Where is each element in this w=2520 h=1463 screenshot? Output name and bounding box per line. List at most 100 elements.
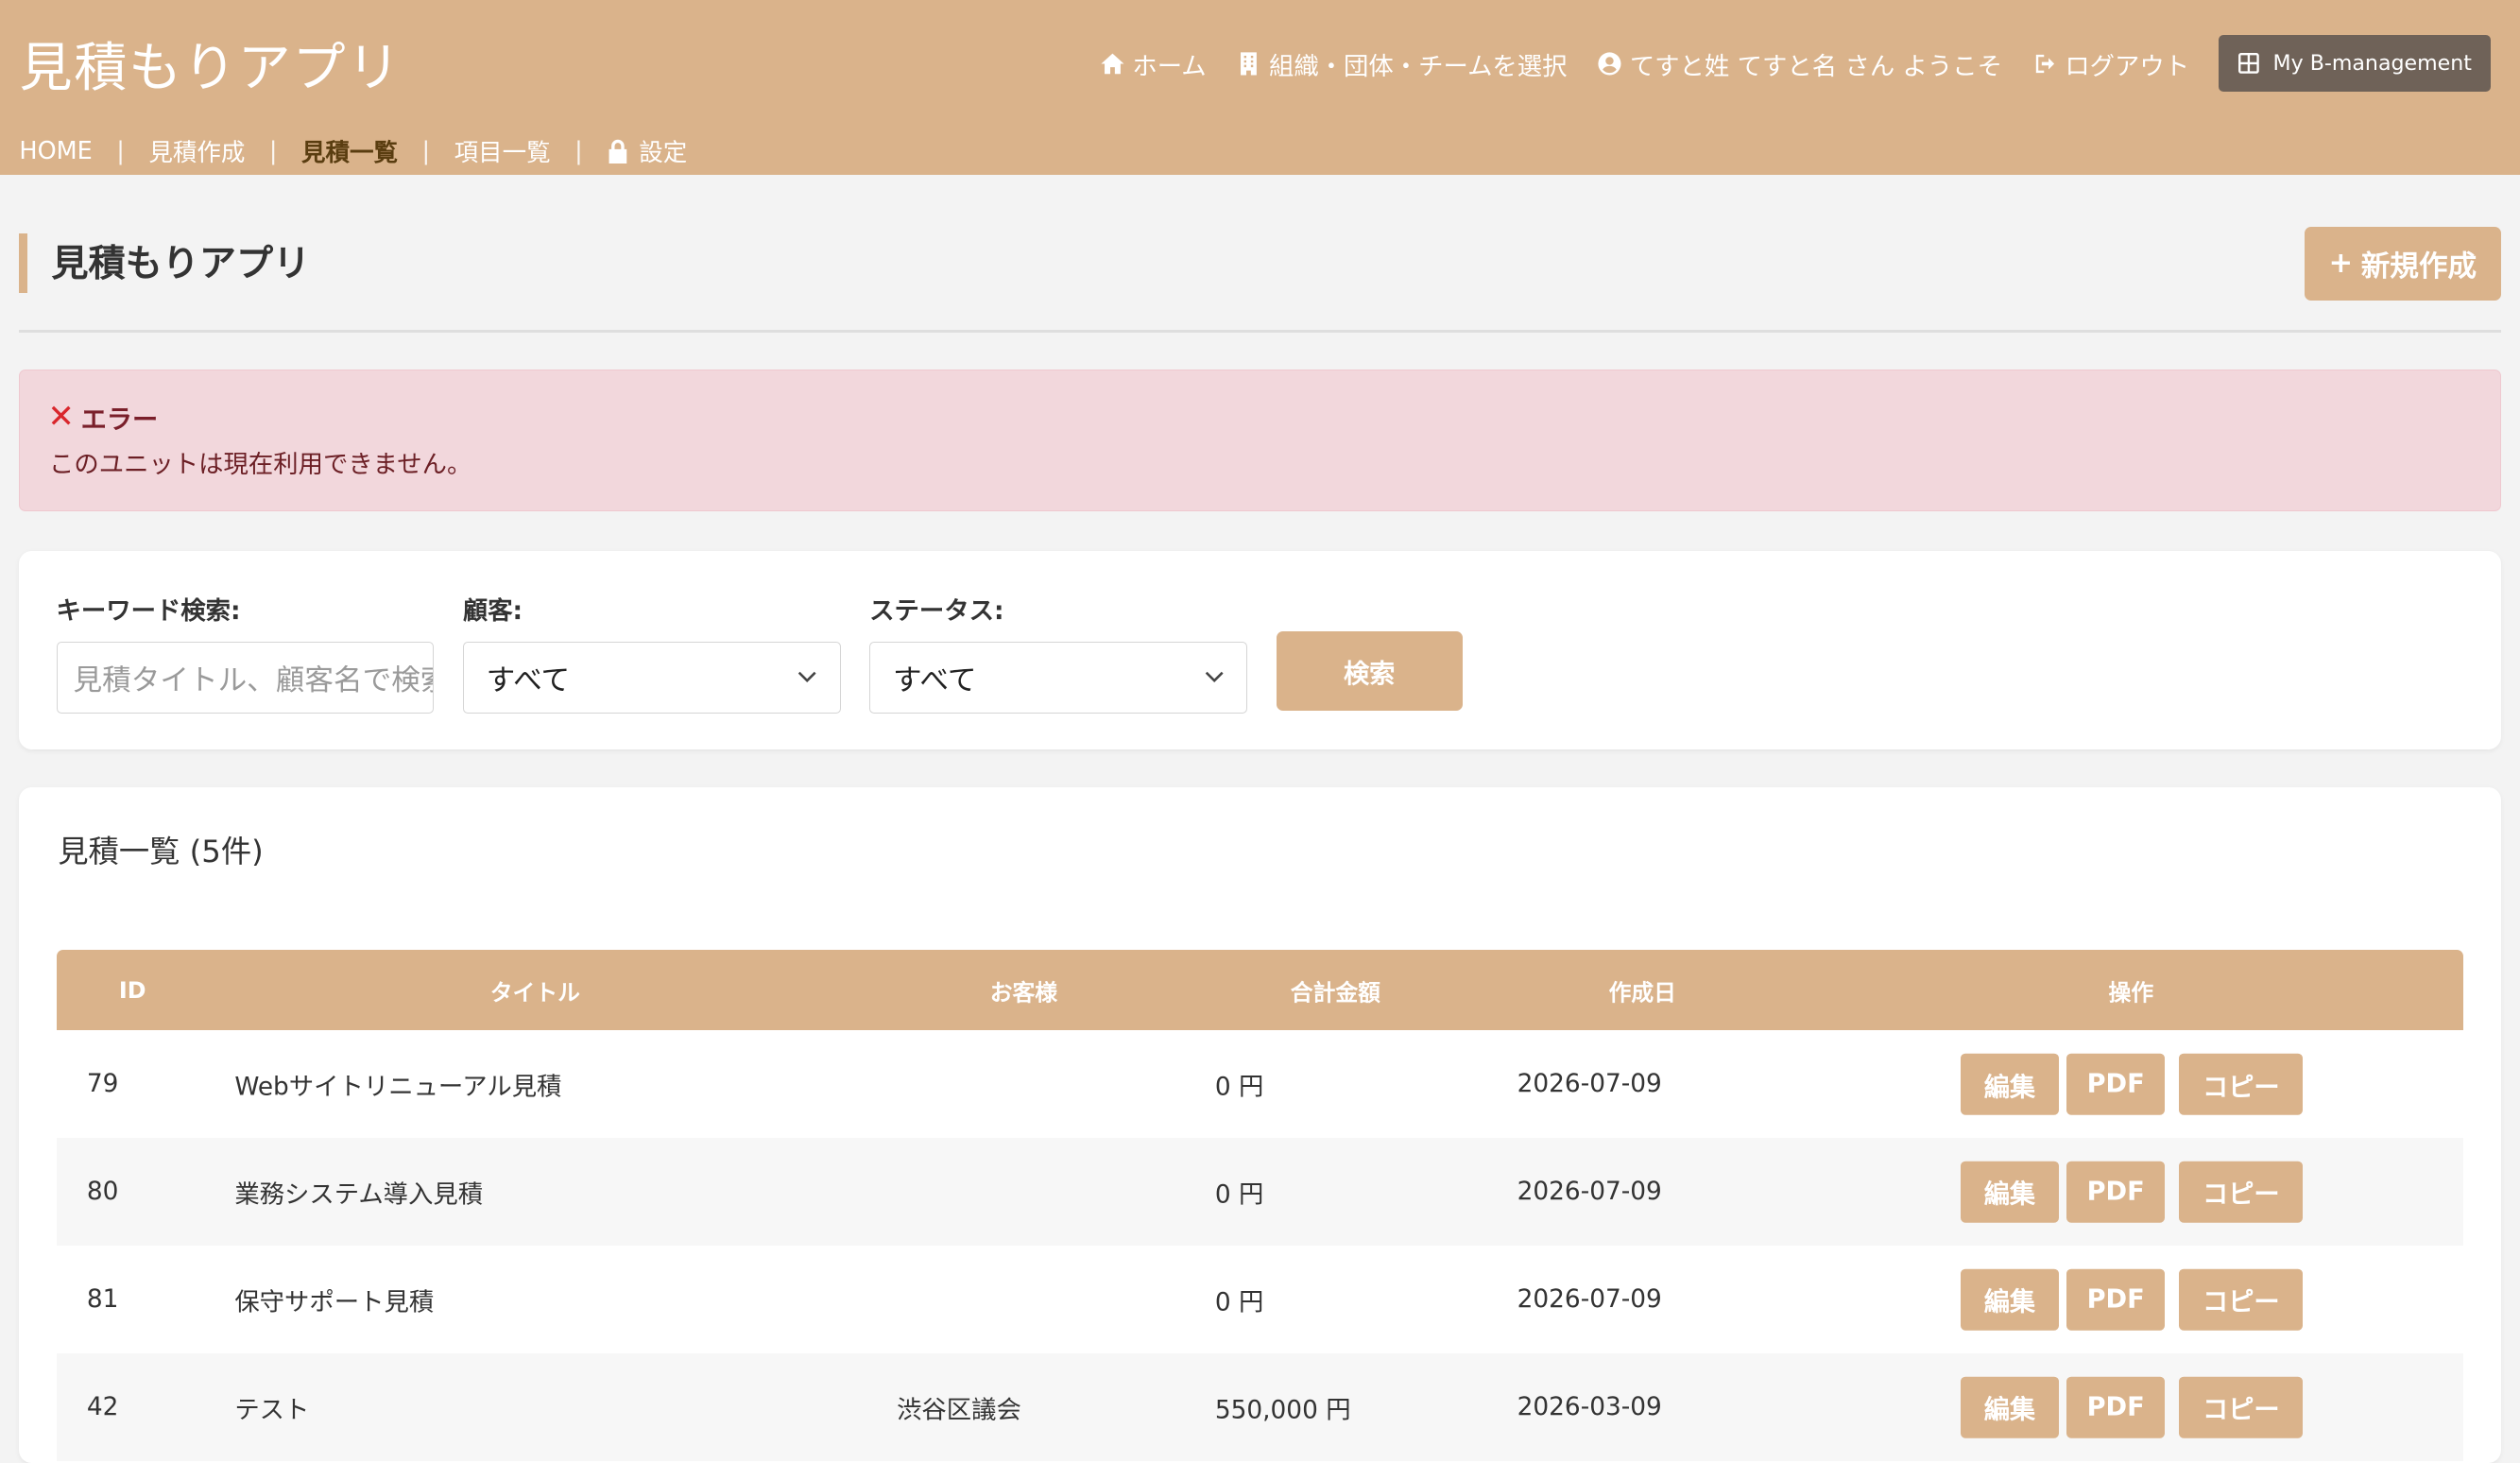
header-nav: ホーム 組織・団体・チームを選択 てすと姓 てすと名 さん ようこそ ログアウト… xyxy=(1099,35,2492,92)
estimate-table: ID タイトル お客様 合計金額 作成日 操作 79 Webサイトリニューアル見… xyxy=(56,950,2464,1462)
home-link-label: ホーム xyxy=(1132,52,1207,81)
column-header-id: ID xyxy=(118,976,146,1004)
copy-button[interactable]: コピー xyxy=(2179,1161,2304,1223)
subnav-separator: | xyxy=(574,136,583,165)
cell-date: 2026-07-09 xyxy=(1517,1285,1662,1315)
column-header-actions: 操作 xyxy=(2108,979,2154,1007)
cell-title[interactable]: テスト xyxy=(234,1389,309,1426)
grid-icon xyxy=(2238,53,2259,75)
table-body: 79 Webサイトリニューアル見積 0 円 2026-07-09 編集 PDF … xyxy=(56,1030,2464,1462)
cell-id: 80 xyxy=(86,1178,119,1207)
customer-field-group: 顧客: すべて xyxy=(462,590,841,714)
sub-navigation: HOME | 見積作成 | 見積一覧 | 項目一覧 | 設定 xyxy=(19,133,687,168)
table-row: 79 Webサイトリニューアル見積 0 円 2026-07-09 編集 PDF … xyxy=(57,1030,2464,1138)
customer-select-value: すべて xyxy=(486,664,571,698)
error-alert-heading: ✕ エラー xyxy=(47,398,158,436)
cell-total: 550,000 円 xyxy=(1214,1396,1351,1425)
table-row: 80 業務システム導入見積 0 円 2026-07-09 編集 PDF コピー xyxy=(56,1138,2464,1247)
row-actions: 編集 PDF コピー xyxy=(1961,1053,2304,1115)
subnav-separator: | xyxy=(116,136,125,165)
lock-icon xyxy=(609,139,627,164)
search-button[interactable]: 検索 xyxy=(1276,631,1463,711)
cell-id: 81 xyxy=(86,1285,119,1315)
app-header: 見積もりアプリ ホーム 組織・団体・チームを選択 てすと姓 てすと名 さん よう… xyxy=(0,0,2520,176)
home-icon xyxy=(1101,53,1124,74)
column-header-customer: お客様 xyxy=(989,979,1058,1007)
subnav-settings[interactable]: 設定 xyxy=(607,133,687,168)
error-heading-text: エラー xyxy=(80,405,159,436)
logout-label: ログアウト xyxy=(2065,52,2190,81)
my-b-management-label: My B-management xyxy=(2272,51,2472,77)
column-header-title: タイトル xyxy=(489,979,580,1007)
cell-date: 2026-07-09 xyxy=(1517,1178,1662,1207)
cell-id: 79 xyxy=(86,1070,119,1099)
table-row: 42 テスト 渋谷区議会 550,000 円 2026-03-09 編集 PDF… xyxy=(56,1353,2464,1462)
user-welcome-label: てすと姓 てすと名 さん ようこそ xyxy=(1629,52,2002,81)
edit-button[interactable]: 編集 xyxy=(1961,1053,2059,1115)
table-row: 81 保守サポート見積 0 円 2026-07-09 編集 PDF コピー xyxy=(57,1246,2464,1353)
heading-accent-bar xyxy=(19,232,27,293)
cell-customer: 渋谷区議会 xyxy=(897,1396,1021,1425)
subnav-item-list[interactable]: 項目一覧 xyxy=(454,133,551,168)
pdf-button[interactable]: PDF xyxy=(2066,1268,2166,1331)
org-select-link[interactable]: 組織・団体・チームを選択 xyxy=(1235,45,1568,82)
estimate-list-title: 見積一覧 (5件) xyxy=(58,833,264,869)
cell-date: 2026-07-09 xyxy=(1517,1070,1662,1099)
my-b-management-button[interactable]: My B-management xyxy=(2218,35,2492,92)
subnav-settings-label: 設定 xyxy=(639,139,688,168)
column-header-date: 作成日 xyxy=(1608,979,1676,1007)
pdf-button[interactable]: PDF xyxy=(2066,1161,2166,1223)
logout-icon xyxy=(2035,54,2054,73)
building-icon xyxy=(1241,52,1258,76)
keyword-search-input[interactable]: 見積タイトル、顧客名で検索 xyxy=(56,641,435,714)
new-estimate-label: 新規作成 xyxy=(2360,250,2477,284)
user-welcome[interactable]: てすと姓 てすと名 さん ようこそ xyxy=(1596,45,2002,82)
estimate-list-panel: 見積一覧 (5件) ID タイトル お客様 合計金額 作成日 操作 79 Web… xyxy=(19,787,2501,1463)
cell-total: 0 円 xyxy=(1214,1073,1264,1102)
pdf-button[interactable]: PDF xyxy=(2066,1053,2166,1115)
customer-select[interactable]: すべて xyxy=(462,641,841,714)
search-panel: キーワード検索: 見積タイトル、顧客名で検索 顧客: すべて ステータス: すべ… xyxy=(19,551,2501,749)
row-actions: 編集 PDF コピー xyxy=(1961,1268,2304,1331)
row-actions: 編集 PDF コピー xyxy=(1961,1376,2304,1438)
keyword-field-group: キーワード検索: 見積タイトル、顧客名で検索 xyxy=(56,590,435,714)
error-message: このユニットは現在利用できません。 xyxy=(49,450,472,479)
status-label: ステータス: xyxy=(869,597,1004,627)
table-header: ID タイトル お客様 合計金額 作成日 操作 xyxy=(56,950,2464,1031)
org-select-label: 組織・団体・チームを選択 xyxy=(1268,52,1568,81)
column-header-total: 合計金額 xyxy=(1290,979,1380,1007)
subnav-home[interactable]: HOME xyxy=(19,137,92,165)
subnav-separator: | xyxy=(268,136,278,165)
subnav-create-estimate[interactable]: 見積作成 xyxy=(148,133,245,168)
home-link[interactable]: ホーム xyxy=(1099,45,1207,82)
subnav-estimate-list[interactable]: 見積一覧 xyxy=(301,133,398,168)
chevron-down-icon xyxy=(798,671,816,682)
cell-title[interactable]: Webサイトリニューアル見積 xyxy=(234,1066,561,1103)
status-select[interactable]: すべて xyxy=(869,641,1247,714)
status-select-value: すべて xyxy=(892,664,977,698)
copy-button[interactable]: コピー xyxy=(2179,1268,2304,1331)
chevron-down-icon xyxy=(1205,671,1224,682)
error-alert: ✕ エラー このユニットは現在利用できません。 xyxy=(19,370,2501,511)
copy-button[interactable]: コピー xyxy=(2179,1053,2304,1115)
cell-title[interactable]: 業務システム導入見積 xyxy=(234,1174,483,1211)
error-x-icon: ✕ xyxy=(47,398,75,437)
subnav-separator: | xyxy=(421,136,431,165)
edit-button[interactable]: 編集 xyxy=(1961,1268,2059,1331)
cell-total: 0 円 xyxy=(1214,1288,1264,1317)
user-circle-icon xyxy=(1598,52,1621,76)
page-heading: 見積もりアプリ + 新規作成 xyxy=(19,226,2501,333)
copy-button[interactable]: コピー xyxy=(2179,1376,2304,1438)
pdf-button[interactable]: PDF xyxy=(2066,1376,2166,1438)
customer-label: 顧客: xyxy=(462,597,523,627)
page-title: 見積もりアプリ xyxy=(51,243,311,286)
plus-icon: + xyxy=(2328,247,2354,281)
logout-link[interactable]: ログアウト xyxy=(2031,45,2190,82)
cell-title[interactable]: 保守サポート見積 xyxy=(234,1282,434,1318)
edit-button[interactable]: 編集 xyxy=(1961,1161,2059,1223)
app-title: 見積もりアプリ xyxy=(19,38,403,100)
keyword-label: キーワード検索: xyxy=(56,597,241,627)
edit-button[interactable]: 編集 xyxy=(1961,1376,2059,1438)
new-estimate-button[interactable]: + 新規作成 xyxy=(2305,226,2501,301)
status-field-group: ステータス: すべて xyxy=(869,590,1247,714)
